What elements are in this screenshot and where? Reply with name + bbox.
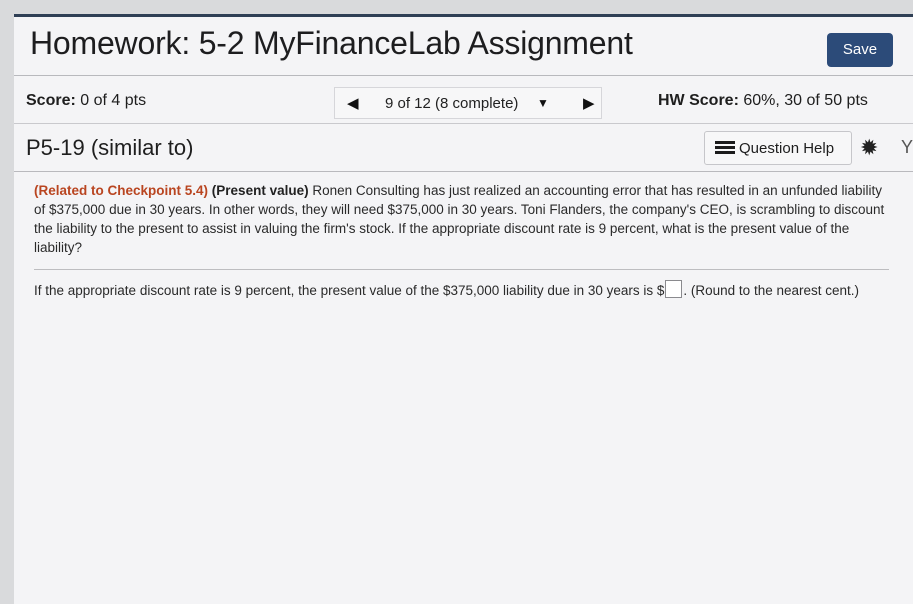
- score-display: Score: 0 of 4 pts: [26, 92, 146, 110]
- question-help-label: Question Help: [739, 140, 835, 157]
- divider: [34, 269, 889, 270]
- question-selector[interactable]: 9 of 12 (8 complete): [385, 95, 518, 112]
- cutoff-text: Y: [900, 137, 913, 157]
- score-bar: Score: 0 of 4 pts ◀ 9 of 12 (8 complete)…: [14, 83, 913, 124]
- hw-score-value: 60%, 30 of 50 pts: [743, 92, 868, 109]
- problem-content: (Related to Checkpoint 5.4) (Present val…: [34, 181, 889, 300]
- answer-input[interactable]: [665, 280, 683, 298]
- answer-prompt: If the appropriate discount rate is 9 pe…: [34, 280, 889, 300]
- dropdown-triangle-icon[interactable]: ▼: [537, 96, 549, 110]
- save-button[interactable]: Save: [827, 33, 893, 67]
- page-title: Homework: 5-2 MyFinanceLab Assignment: [30, 25, 633, 61]
- assignment-header: Homework: 5-2 MyFinanceLab Assignment Sa…: [14, 17, 913, 76]
- answer-prompt-after: . (Round to the nearest cent.): [683, 283, 860, 298]
- problem-statement: (Related to Checkpoint 5.4) (Present val…: [34, 181, 889, 257]
- previous-question-icon[interactable]: ◀: [347, 94, 359, 112]
- question-id: P5-19 (similar to): [26, 135, 194, 160]
- homework-screen: Homework: 5-2 MyFinanceLab Assignment Sa…: [14, 14, 913, 604]
- question-navigator: ◀ 9 of 12 (8 complete) ▼ ▶: [334, 87, 602, 119]
- hw-score-label: HW Score:: [658, 92, 739, 109]
- problem-topic: (Present value): [211, 183, 309, 198]
- question-help-button[interactable]: Question Help: [704, 131, 852, 165]
- question-bar: P5-19 (similar to) Question Help ✹: [14, 127, 913, 172]
- gear-icon[interactable]: ✹: [860, 135, 878, 161]
- list-icon: [715, 141, 735, 155]
- hw-score-display: HW Score: 60%, 30 of 50 pts: [658, 92, 868, 110]
- score-label: Score:: [26, 92, 76, 109]
- next-question-icon[interactable]: ▶: [583, 94, 595, 112]
- score-value: 0 of 4 pts: [80, 92, 147, 109]
- answer-prompt-before: If the appropriate discount rate is 9 pe…: [34, 283, 665, 298]
- related-checkpoint: (Related to Checkpoint 5.4): [34, 183, 209, 198]
